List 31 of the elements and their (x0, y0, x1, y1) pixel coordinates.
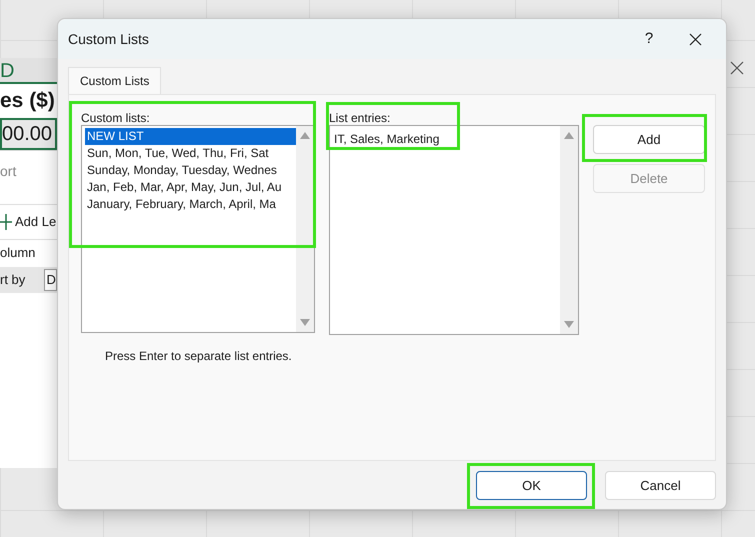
column-label: olumn (0, 244, 36, 262)
window-title: Custom Lists (68, 30, 150, 48)
cancel-button[interactable]: Cancel (605, 471, 716, 500)
sort-title: ort (0, 162, 18, 181)
field-label: List entries: (329, 110, 392, 125)
list-item[interactable]: January, February, March, April, Ma (85, 196, 296, 213)
list-entries-field[interactable]: IT, Sales, Marketing (329, 125, 579, 335)
ok-button[interactable]: OK (476, 471, 587, 500)
scroll-down-icon[interactable] (300, 319, 310, 326)
list-item[interactable]: NEW LIST (85, 128, 296, 145)
table-cell: 00.00 (0, 118, 57, 150)
add-button[interactable]: Add (593, 125, 705, 154)
column-header: D (0, 58, 57, 84)
tab[interactable]: Custom Lists (68, 67, 162, 94)
scroll-down-icon[interactable] (564, 321, 574, 328)
field-label: Custom lists: (81, 110, 151, 125)
hint-text: Press Enter to separate list entries. (104, 348, 293, 365)
list-item[interactable]: Jan, Feb, Mar, Apr, May, Jun, Jul, Au (85, 179, 296, 196)
table-cell-text: es ($) (0, 88, 56, 114)
scroll-up-icon[interactable] (564, 132, 574, 139)
sort-by-field[interactable]: D (44, 268, 57, 290)
list-item[interactable]: Sun, Mon, Tue, Wed, Thu, Fri, Sat (85, 145, 296, 162)
sort-by-label: rt by (0, 270, 26, 289)
scroll-up-icon[interactable] (300, 132, 310, 139)
add-level-button[interactable]: Add Le (15, 212, 56, 232)
close-icon[interactable] (730, 61, 744, 75)
custom-lists-listbox[interactable]: NEW LIST Sun, Mon, Tue, Wed, Thu, Fri, Sat Sunday, Monday, Tuesday, Wednes Jan, Feb, Mar, Apr, May, Jun, Jul, Au January, February, March, April, Ma (81, 125, 315, 333)
plus-icon[interactable] (0, 214, 12, 230)
help-button[interactable]: ? (626, 23, 672, 55)
close-icon (688, 32, 702, 46)
list-item[interactable]: Sunday, Monday, Tuesday, Wednes (85, 162, 296, 179)
